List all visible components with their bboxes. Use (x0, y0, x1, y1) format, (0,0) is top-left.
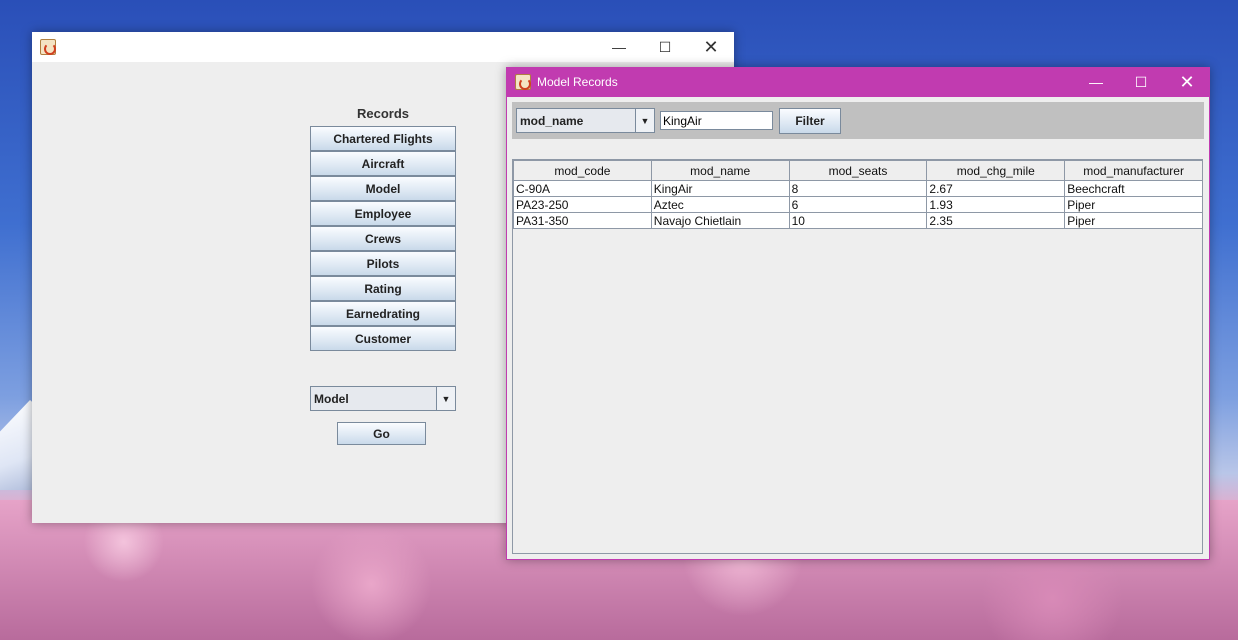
minimize-button[interactable]: — (1073, 67, 1119, 97)
record-button-model[interactable]: Model (310, 176, 456, 201)
table-cell-mod_manufacturer[interactable]: Beechcraft (1064, 180, 1203, 197)
table-scroll-pane: mod_code mod_name mod_seats mod_chg_mile mod… (512, 159, 1203, 554)
column-header-mod_code[interactable]: mod_code (513, 160, 652, 181)
record-button-pilots[interactable]: Pilots (310, 251, 456, 276)
table-cell-mod_seats[interactable]: 10 (788, 212, 928, 229)
record-button-employee[interactable]: Employee (310, 201, 456, 226)
close-button[interactable]: ✕ (688, 32, 734, 62)
table-cell-mod_name[interactable]: Navajo Chietlain (650, 212, 790, 229)
record-button-crews[interactable]: Crews (310, 226, 456, 251)
record-button-rating[interactable]: Rating (310, 276, 456, 301)
filter-button[interactable]: Filter (779, 108, 841, 134)
record-button-customer[interactable]: Customer (310, 326, 456, 351)
table-select-value: Model (314, 391, 349, 406)
table-cell-mod_code[interactable]: PA23-250 (513, 196, 652, 213)
filter-column-value: mod_name (520, 113, 584, 128)
records-heading: Records (356, 106, 410, 121)
table-cell-mod_chg_mile[interactable]: 2.67 (926, 180, 1066, 197)
model-records-window: Model Records — ☐ ✕ mod_name ▼ Filter mo… (506, 67, 1210, 560)
table-cell-mod_manufacturer[interactable]: Piper (1064, 212, 1203, 229)
table-select[interactable]: Model ▼ (310, 386, 456, 411)
column-header-mod_chg_mile[interactable]: mod_chg_mile (926, 160, 1066, 181)
table-cell-mod_code[interactable]: PA31-350 (513, 212, 652, 229)
table-cell-mod_manufacturer[interactable]: Piper (1064, 196, 1203, 213)
title-bar: — ☐ ✕ (32, 32, 734, 62)
table-cell-mod_name[interactable]: Aztec (650, 196, 790, 213)
table-cell-mod_chg_mile[interactable]: 1.93 (926, 196, 1066, 213)
maximize-button[interactable]: ☐ (1118, 67, 1164, 97)
chevron-down-icon[interactable]: ▼ (635, 109, 654, 132)
table-row[interactable]: PA31-350 Navajo Chietlain 10 2.35 Piper (513, 212, 1203, 229)
table-cell-mod_chg_mile[interactable]: 2.35 (926, 212, 1066, 229)
record-button-earnedrating[interactable]: Earnedrating (310, 301, 456, 326)
table-row[interactable]: C-90A KingAir 8 2.67 Beechcraft (513, 180, 1203, 197)
maximize-button[interactable]: ☐ (642, 32, 688, 62)
table-cell-mod_code[interactable]: C-90A (513, 180, 652, 197)
go-button[interactable]: Go (337, 422, 426, 445)
record-button-chartered-flights[interactable]: Chartered Flights (310, 126, 456, 151)
column-header-mod_manufacturer[interactable]: mod_manufacturer (1064, 160, 1203, 181)
filter-toolbar: mod_name ▼ Filter (512, 102, 1204, 139)
column-header-mod_seats[interactable]: mod_seats (788, 160, 928, 181)
record-button-aircraft[interactable]: Aircraft (310, 151, 456, 176)
java-icon (515, 74, 531, 90)
title-bar: Model Records — ☐ ✕ (507, 67, 1209, 97)
model-table: mod_code mod_name mod_seats mod_chg_mile mod… (513, 160, 1203, 229)
column-header-mod_name[interactable]: mod_name (650, 160, 790, 181)
chevron-down-icon[interactable]: ▼ (436, 387, 455, 410)
window-title: Model Records (537, 75, 618, 89)
minimize-button[interactable]: — (596, 32, 642, 62)
filter-input[interactable] (660, 111, 773, 130)
table-row[interactable]: PA23-250 Aztec 6 1.93 Piper (513, 196, 1203, 213)
table-cell-mod_seats[interactable]: 8 (788, 180, 928, 197)
table-cell-mod_seats[interactable]: 6 (788, 196, 928, 213)
close-button[interactable]: ✕ (1164, 67, 1210, 97)
filter-column-select[interactable]: mod_name ▼ (516, 108, 655, 133)
table-cell-mod_name[interactable]: KingAir (650, 180, 790, 197)
java-icon (40, 39, 56, 55)
